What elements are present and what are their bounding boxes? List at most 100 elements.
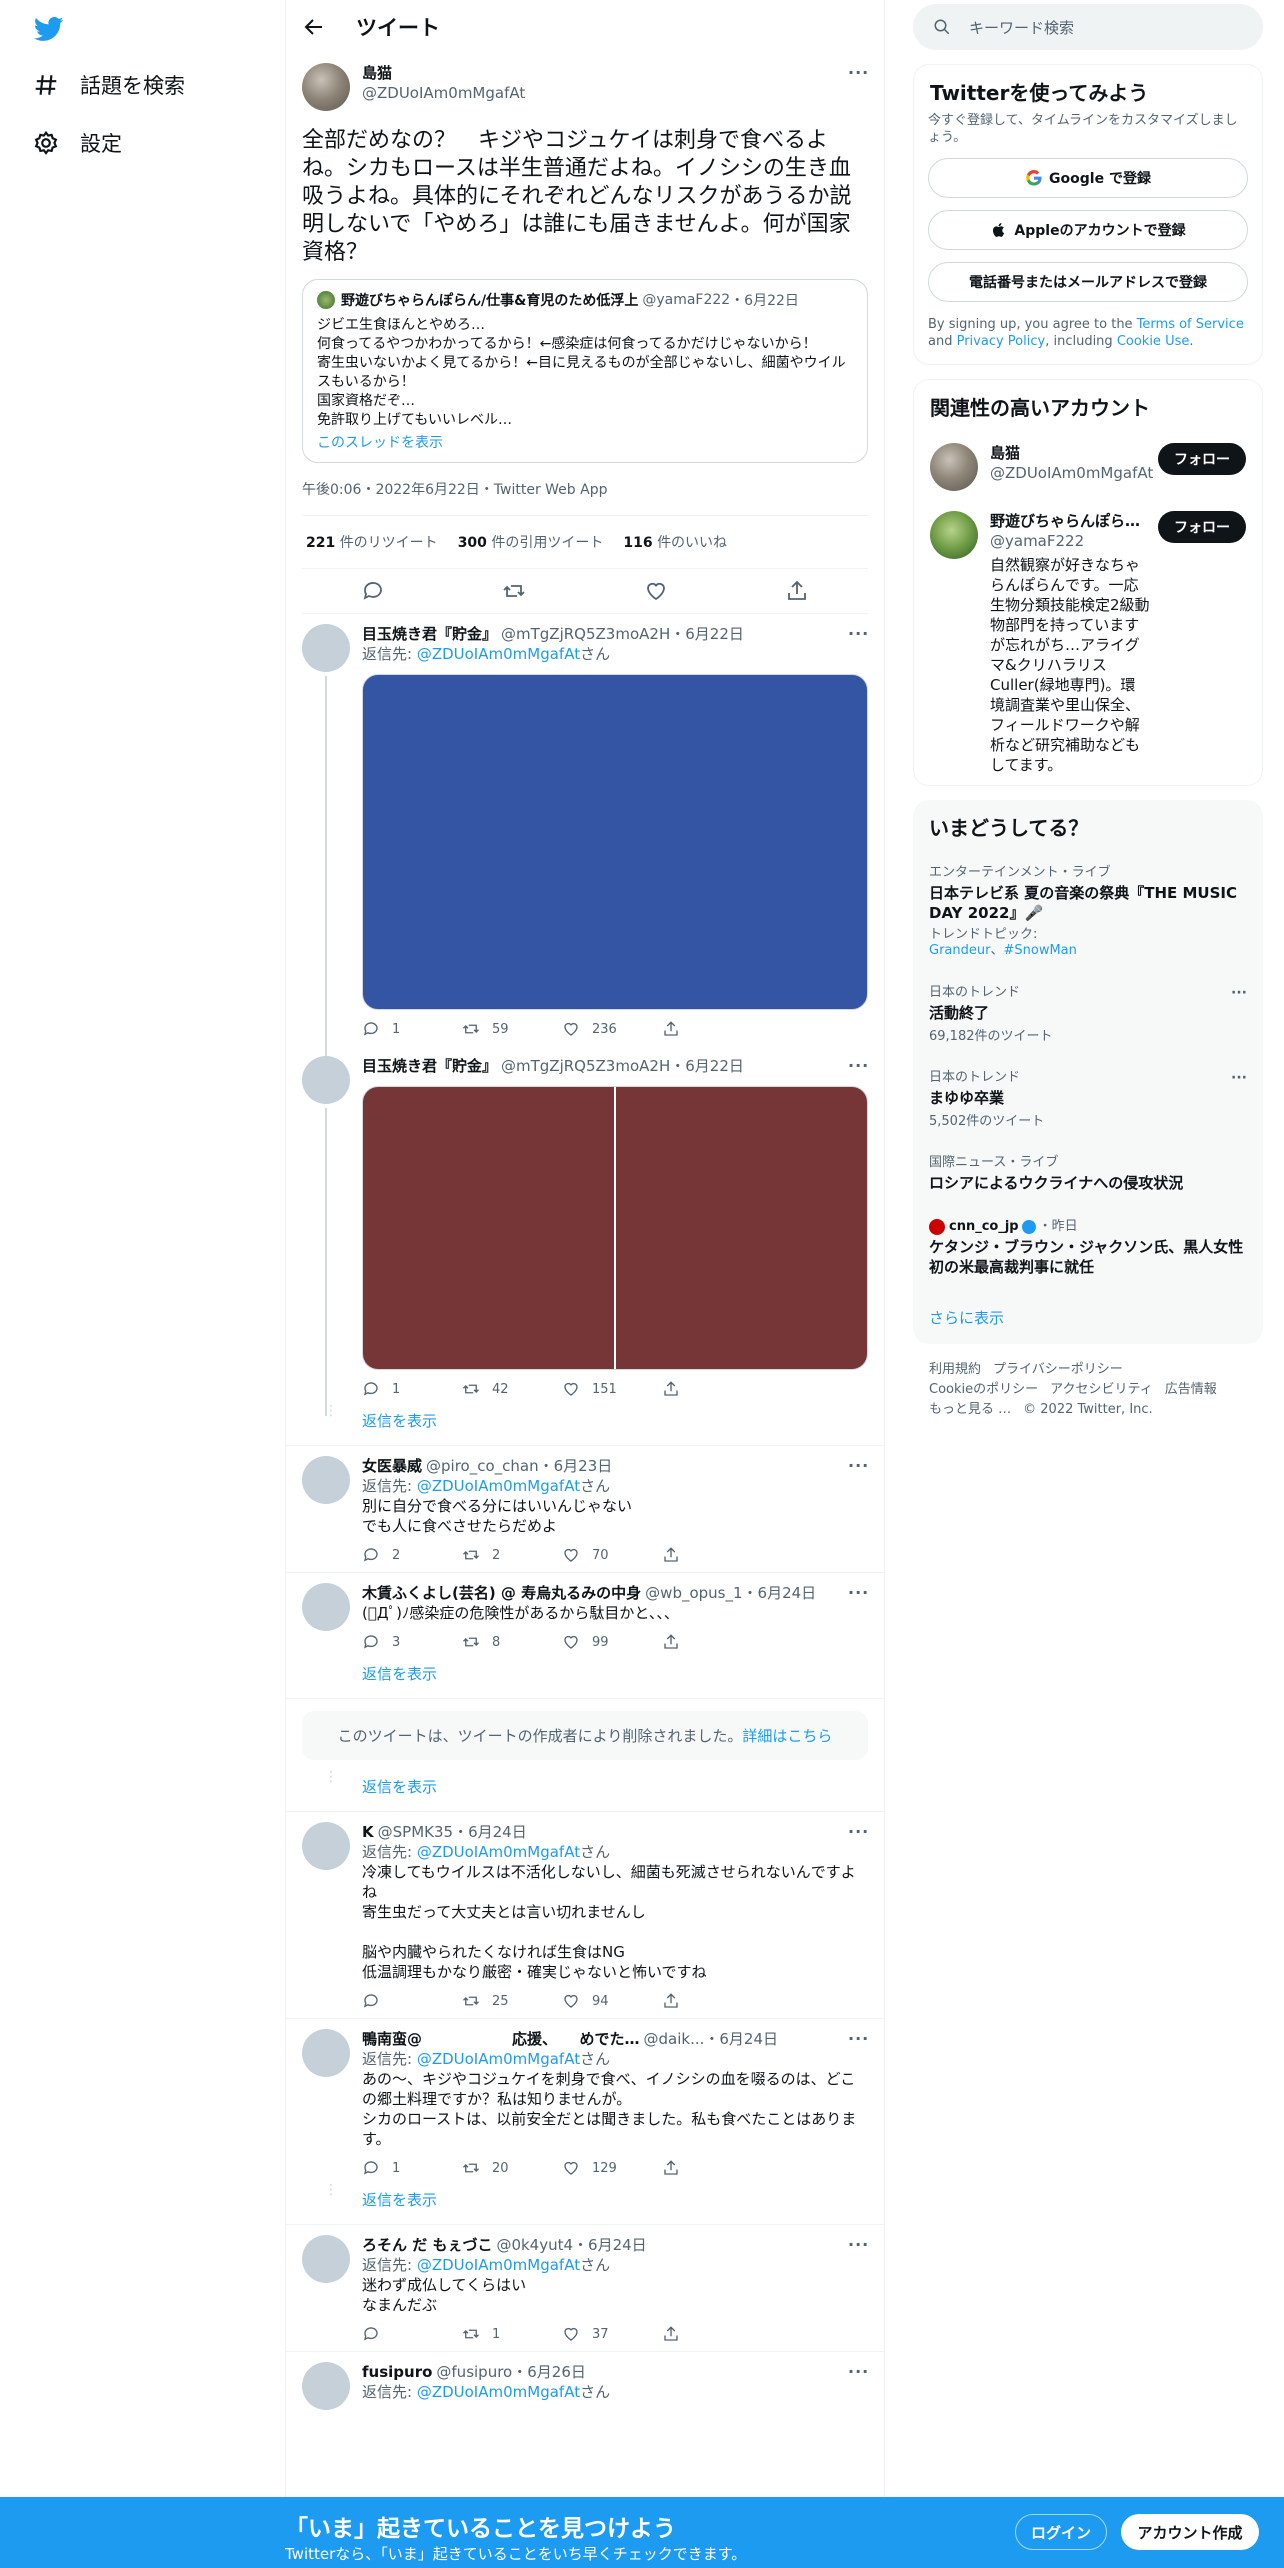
reply-button[interactable]: 3	[362, 1633, 462, 1651]
news-item[interactable]: cnn_co_jp ・昨日 ケタンジ・ブラウン・ジャクソン氏、黒人女性初の米最高…	[913, 1207, 1263, 1291]
retweet-button[interactable]: 25	[462, 1992, 562, 2010]
reply-to-link[interactable]: @ZDUoIAm0mMgafAt	[417, 1477, 580, 1495]
avatar[interactable]	[302, 1056, 350, 1104]
retweet-button[interactable]: 20	[462, 2159, 562, 2177]
author-name[interactable]: 鴨南蛮@ 応援、 めでた…	[362, 2029, 640, 2049]
footer-link[interactable]: もっと見る …	[929, 1402, 1011, 1417]
reply-button[interactable]: 2	[362, 1546, 462, 1564]
reply-tweet[interactable]: 女医暴威 @piro_co_chan・6月23日 ··· 返信先: @ZDUoIAm…	[286, 1446, 884, 1573]
phone-email-signup-button[interactable]: 電話番号またはメールアドレスで登録	[928, 262, 1248, 302]
avatar[interactable]	[302, 1583, 350, 1631]
nav-settings[interactable]: 設定	[32, 128, 122, 158]
terms-link[interactable]: Terms of Service	[1137, 317, 1244, 332]
reply-icon[interactable]	[361, 579, 385, 603]
reply-button[interactable]: 1	[362, 1380, 462, 1398]
tweet-image[interactable]	[363, 1087, 614, 1369]
author-name[interactable]: 目玉焼き君『貯金』	[362, 624, 497, 644]
show-replies-link[interactable]: 返信を表示	[286, 1659, 884, 1699]
reply-tweet[interactable]: 目玉焼き君『貯金』 @mTgZjRQ5Z3moA2H・6月22日 ··· 1 42 …	[286, 1046, 884, 1416]
search-input[interactable]: キーワード検索	[969, 17, 1074, 38]
tweet-image[interactable]	[362, 674, 868, 1010]
quote-tweet[interactable]: 野遊びちゃらんぽらん/仕事&育児のため低浮上 @yamaF222 ・6月22日 …	[302, 279, 868, 463]
avatar[interactable]	[302, 624, 350, 672]
reply-to-link[interactable]: @ZDUoIAm0mMgafAt	[417, 1843, 580, 1861]
trend-item[interactable]: エンターテインメント・ライブ 日本テレビ系 夏の音楽の祭典『THE MUSIC …	[913, 853, 1263, 973]
trend-topic-link[interactable]: Grandeur	[929, 943, 990, 958]
google-signup-button[interactable]: Google で登録	[928, 158, 1248, 198]
cookie-link[interactable]: Cookie Use	[1117, 334, 1190, 349]
avatar[interactable]	[302, 1822, 350, 1870]
tweet-image[interactable]	[616, 1087, 867, 1369]
apple-signup-button[interactable]: Appleのアカウントで登録	[928, 210, 1248, 250]
like-icon[interactable]	[644, 579, 668, 603]
like-button[interactable]: 151	[562, 1380, 662, 1398]
account-name[interactable]: 野遊びちゃらんぽら…	[990, 511, 1150, 531]
more-icon[interactable]: ···	[848, 1822, 868, 1842]
author-name[interactable]: 木賃ふくよし(芸名) @ 寿烏丸るみの中身	[362, 1583, 641, 1603]
more-icon[interactable]: ···	[848, 1583, 868, 1603]
search-box[interactable]: キーワード検索	[913, 4, 1263, 50]
avatar[interactable]	[930, 443, 978, 491]
like-button[interactable]: 129	[562, 2159, 662, 2177]
more-icon[interactable]: ···	[848, 1056, 868, 1076]
reply-to-link[interactable]: @ZDUoIAm0mMgafAt	[417, 645, 580, 663]
signup-button[interactable]: アカウント作成	[1121, 2514, 1259, 2550]
more-icon[interactable]: ···	[848, 2235, 868, 2255]
avatar[interactable]	[302, 63, 350, 111]
show-replies-link[interactable]: ⋮ 返信を表示	[286, 1770, 884, 1812]
trend-item[interactable]: 日本のトレンド まゆゆ卒業 5,502件のツイート ···	[913, 1058, 1263, 1143]
more-icon[interactable]: ···	[1231, 985, 1247, 1001]
footer-link[interactable]: 利用規約	[929, 1362, 981, 1377]
quote-stat[interactable]: 300 件の引用ツイート	[458, 532, 604, 552]
share-button[interactable]	[662, 1633, 762, 1651]
footer-link[interactable]: アクセシビリティ	[1050, 1382, 1153, 1397]
show-replies-link[interactable]: ⋮ 返信を表示	[286, 1404, 884, 1446]
like-button[interactable]: 99	[562, 1633, 662, 1651]
more-icon[interactable]: ···	[848, 2029, 868, 2049]
retweet-button[interactable]: 59	[462, 1020, 562, 1038]
related-account[interactable]: 島猫 @ZDUoIAm0mMgafAt フォロー	[914, 433, 1262, 501]
related-account[interactable]: 野遊びちゃらんぽら… @yamaF222 自然観察が好きなちゃらんぽらんです。一…	[914, 501, 1262, 785]
reply-button[interactable]: 1	[362, 1020, 462, 1038]
reply-tweet[interactable]: K @SPMK35・6月24日 ··· 返信先: @ZDUoIAm0mMgafAtさ…	[286, 1812, 884, 2019]
follow-button[interactable]: フォロー	[1158, 511, 1246, 543]
like-stat[interactable]: 116 件のいいね	[623, 532, 727, 552]
privacy-link[interactable]: Privacy Policy	[957, 334, 1046, 349]
author-name[interactable]: ろそん だ もぇづこ	[362, 2235, 492, 2255]
account-name[interactable]: 島猫	[990, 443, 1150, 463]
avatar[interactable]	[930, 511, 978, 559]
avatar[interactable]	[302, 2362, 350, 2410]
more-icon[interactable]: ···	[848, 2362, 868, 2382]
show-more-link[interactable]: さらに表示	[913, 1291, 1263, 1344]
trend-item[interactable]: 日本のトレンド 活動終了 69,182件のツイート ···	[913, 973, 1263, 1058]
like-button[interactable]: 70	[562, 1546, 662, 1564]
share-button[interactable]	[662, 2159, 762, 2177]
footer-link[interactable]: Cookieのポリシー	[929, 1382, 1038, 1397]
share-button[interactable]	[662, 1992, 762, 2010]
share-button[interactable]	[662, 1020, 762, 1038]
share-button[interactable]	[662, 2325, 762, 2343]
retweet-button[interactable]: 1	[462, 2325, 562, 2343]
reply-tweet[interactable]: 木賃ふくよし(芸名) @ 寿烏丸るみの中身 @wb_opus_1・6月24日 ···…	[286, 1573, 884, 1659]
more-icon[interactable]: ···	[848, 63, 868, 82]
share-button[interactable]	[662, 1546, 762, 1564]
login-button[interactable]: ログイン	[1015, 2514, 1107, 2550]
retweet-stat[interactable]: 221 件のリツイート	[306, 532, 438, 552]
author-name[interactable]: fusipuro	[362, 2362, 432, 2382]
share-button[interactable]	[662, 1380, 762, 1398]
author-handle[interactable]: @ZDUoIAm0mMgafAt	[362, 83, 848, 103]
retweet-button[interactable]: 8	[462, 1633, 562, 1651]
share-icon[interactable]	[785, 579, 809, 603]
retweet-icon[interactable]	[502, 579, 526, 603]
follow-button[interactable]: フォロー	[1158, 443, 1246, 475]
author-name[interactable]: 島猫	[362, 63, 848, 83]
reply-button[interactable]: 1	[362, 2159, 462, 2177]
twitter-logo-icon[interactable]	[32, 14, 66, 44]
trend-item[interactable]: 国際ニュース・ライブ ロシアによるウクライナへの侵攻状況	[913, 1143, 1263, 1207]
avatar[interactable]	[302, 2029, 350, 2077]
reply-tweet[interactable]: 目玉焼き君『貯金』 @mTgZjRQ5Z3moA2H・6月22日 ··· 返信先: …	[286, 614, 884, 1056]
footer-link[interactable]: プライバシーポリシー	[993, 1362, 1123, 1377]
like-button[interactable]: 94	[562, 1992, 662, 2010]
author-name[interactable]: 目玉焼き君『貯金』	[362, 1056, 497, 1076]
avatar[interactable]	[302, 2235, 350, 2283]
